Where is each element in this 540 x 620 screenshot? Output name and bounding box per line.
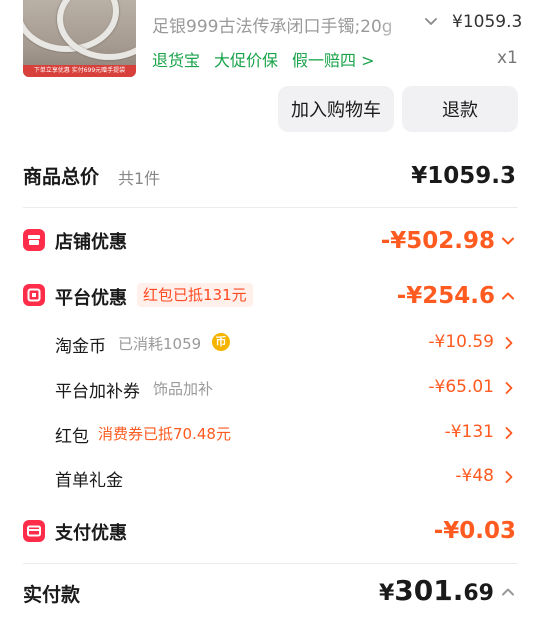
red-packet-badge: 红包已抵131元 bbox=[137, 283, 253, 307]
paid-amount[interactable]: ¥301.69 bbox=[379, 574, 494, 607]
item-count: 共1件 bbox=[118, 169, 161, 188]
product-title[interactable]: 足银999古法传承闭口手镯;20g bbox=[152, 12, 414, 37]
divider bbox=[23, 207, 518, 208]
chevron-up-icon[interactable] bbox=[501, 289, 515, 303]
chevron-right-icon[interactable] bbox=[502, 381, 516, 395]
red-packet-amount[interactable]: -¥131 bbox=[445, 422, 494, 442]
tag-price-protection[interactable]: 大促价保 bbox=[214, 47, 278, 71]
taojinbi-note: 已消耗1059 bbox=[118, 335, 202, 353]
paid-currency: ¥ bbox=[378, 581, 395, 606]
platform-coupon-amount[interactable]: -¥65.01 bbox=[428, 377, 494, 397]
chevron-right-icon[interactable] bbox=[502, 470, 516, 484]
platform-icon bbox=[23, 284, 45, 306]
product-thumbnail[interactable]: 下单立享优惠 实付699元赠手提袋 bbox=[23, 0, 136, 77]
add-to-cart-button[interactable]: 加入购物车 bbox=[278, 86, 394, 132]
chevron-right-icon[interactable] bbox=[502, 426, 516, 440]
title-fade bbox=[378, 10, 418, 36]
taojinbi-amount[interactable]: -¥10.59 bbox=[428, 332, 494, 352]
refund-button[interactable]: 退款 bbox=[402, 86, 518, 132]
platform-discount-amount[interactable]: -¥254.6 bbox=[397, 283, 495, 309]
red-packet-note: 消费券已抵70.48元 bbox=[98, 425, 231, 443]
tag-fake-compensation[interactable]: 假一赔四 > bbox=[292, 47, 375, 71]
shop-discount-amount[interactable]: -¥502.98 bbox=[381, 228, 495, 254]
platform-coupon-label: 平台加补券 bbox=[55, 382, 140, 402]
tag-return-insurance[interactable]: 退货宝 bbox=[152, 47, 200, 71]
first-order-gift-amount[interactable]: -¥48 bbox=[455, 466, 494, 486]
chevron-down-icon[interactable] bbox=[423, 14, 439, 30]
coin-icon: 币 bbox=[212, 333, 230, 351]
shop-icon bbox=[23, 229, 45, 251]
platform-discount-label: 平台优惠 bbox=[55, 288, 127, 309]
chevron-down-icon[interactable] bbox=[501, 234, 515, 248]
chevron-up-icon[interactable] bbox=[501, 585, 515, 599]
payment-discount-label: 支付优惠 bbox=[55, 523, 127, 544]
payment-icon bbox=[23, 520, 45, 542]
red-packet-label: 红包 bbox=[55, 427, 89, 447]
paid-decimal: 69 bbox=[463, 581, 494, 606]
total-label: 商品总价 bbox=[23, 166, 100, 188]
product-price: ¥1059.3 bbox=[452, 12, 523, 32]
paid-integer: 301. bbox=[394, 574, 464, 607]
payment-discount-amount: -¥0.03 bbox=[433, 518, 516, 544]
platform-coupon-note: 饰品加补 bbox=[153, 380, 214, 398]
thumbnail-banner-text: 下单立享优惠 实付699元赠手提袋 bbox=[23, 65, 136, 77]
first-order-gift-label: 首单礼金 bbox=[55, 471, 123, 491]
product-quantity: x1 bbox=[497, 48, 518, 68]
chevron-right-icon[interactable] bbox=[502, 336, 516, 350]
divider bbox=[23, 563, 518, 564]
paid-label: 实付款 bbox=[23, 584, 81, 606]
taojinbi-label: 淘金币 bbox=[55, 337, 106, 357]
shop-discount-label: 店铺优惠 bbox=[55, 232, 127, 253]
total-amount: ¥1059.3 bbox=[411, 163, 516, 189]
